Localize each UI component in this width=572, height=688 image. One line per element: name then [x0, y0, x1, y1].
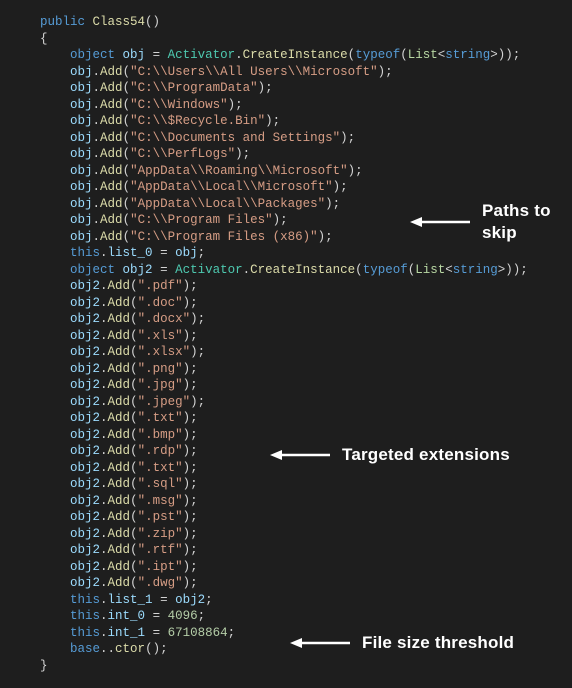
code-line: obj2.Add(".sql"); — [40, 476, 572, 493]
annotation-label: File size threshold — [362, 632, 514, 654]
code-line: obj2.Add(".pdf"); — [40, 278, 572, 295]
code-line: object obj = Activator.CreateInstance(ty… — [40, 47, 572, 64]
code-line: obj.Add("C:\\Users\\All Users\\Microsoft… — [40, 64, 572, 81]
code-line: this.int_0 = 4096; — [40, 608, 572, 625]
code-line: obj.Add("C:\\$Recycle.Bin"); — [40, 113, 572, 130]
code-line: obj2.Add(".jpg"); — [40, 377, 572, 394]
code-line: obj.Add("AppData\\Local\\Microsoft"); — [40, 179, 572, 196]
code-line: obj2.Add(".dwg"); — [40, 575, 572, 592]
code-line: obj2.Add(".ipt"); — [40, 559, 572, 576]
code-line: this.list_1 = obj2; — [40, 592, 572, 609]
code-line: obj2.Add(".xls"); — [40, 328, 572, 345]
code-line: obj.Add("C:\\ProgramData"); — [40, 80, 572, 97]
code-line: obj2.Add(".docx"); — [40, 311, 572, 328]
code-line: obj2.Add(".jpeg"); — [40, 394, 572, 411]
class-name: Class54 — [93, 15, 146, 29]
code-block: public Class54() { object obj = Activato… — [40, 14, 572, 674]
keyword: public — [40, 15, 85, 29]
code-line: obj2.Add(".rtf"); — [40, 542, 572, 559]
code-line: obj2.Add(".bmp"); — [40, 427, 572, 444]
annotation-label: Targeted extensions — [342, 444, 510, 466]
code-line: obj2.Add(".msg"); — [40, 493, 572, 510]
annotation-extensions: Targeted extensions — [270, 444, 510, 466]
code-line: obj.Add("C:\\Documents and Settings"); — [40, 130, 572, 147]
code-line: obj2.Add(".xlsx"); — [40, 344, 572, 361]
code-line: this.list_0 = obj; — [40, 245, 572, 262]
code-line: } — [40, 658, 572, 675]
code-line: obj2.Add(".zip"); — [40, 526, 572, 543]
code-line: object obj2 = Activator.CreateInstance(t… — [40, 262, 572, 279]
code-line: obj2.Add(".png"); — [40, 361, 572, 378]
annotation-paths: Paths to skip — [410, 200, 572, 245]
annotation-label: Paths to skip — [482, 200, 572, 245]
annotation-filesize: File size threshold — [290, 632, 514, 654]
arrow-left-icon — [290, 637, 350, 649]
code-line: obj.Add("AppData\\Roaming\\Microsoft"); — [40, 163, 572, 180]
code-line: obj.Add("C:\\Windows"); — [40, 97, 572, 114]
code-line: obj2.Add(".pst"); — [40, 509, 572, 526]
arrow-left-icon — [410, 216, 470, 228]
code-line: { — [40, 31, 572, 48]
arrow-left-icon — [270, 449, 330, 461]
code-line: obj2.Add(".txt"); — [40, 410, 572, 427]
code-line: public Class54() — [40, 14, 572, 31]
code-line: obj.Add("C:\\PerfLogs"); — [40, 146, 572, 163]
code-line: obj2.Add(".doc"); — [40, 295, 572, 312]
